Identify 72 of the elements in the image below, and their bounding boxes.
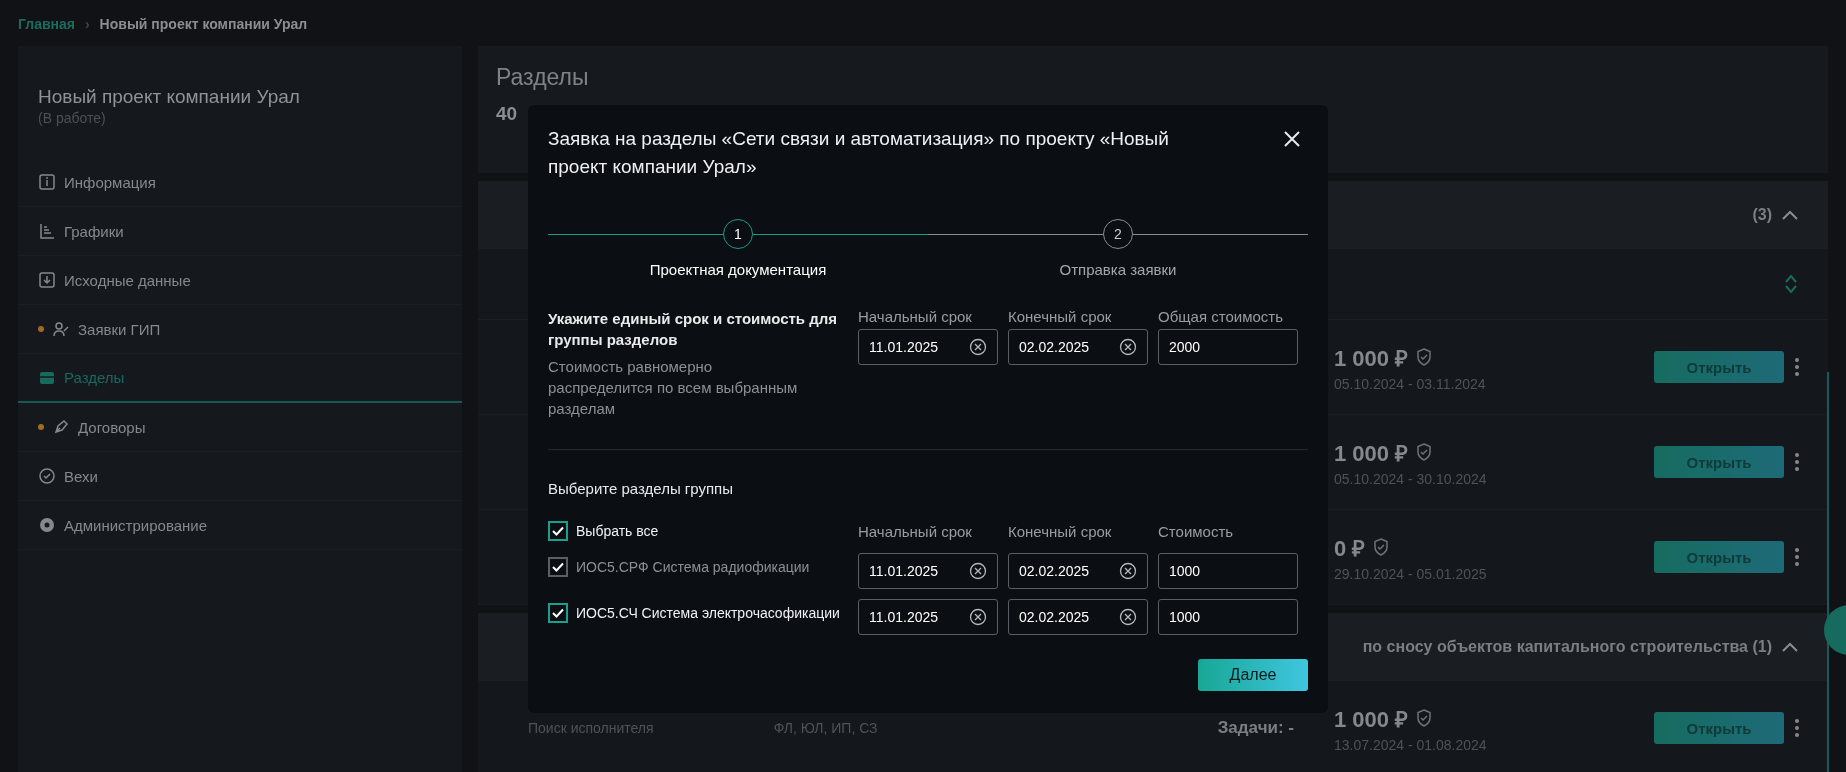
shield-icon <box>1416 443 1433 461</box>
shield-icon <box>1416 348 1433 366</box>
close-button[interactable] <box>1282 129 1302 149</box>
date-field[interactable]: 02.02.2025 <box>1008 599 1148 635</box>
shield-icon <box>1416 709 1433 727</box>
breadcrumb-link[interactable]: Главная <box>18 16 75 32</box>
hint-text: Стоимость равномерно распределится по всем выбранным разделам <box>548 357 798 419</box>
breadcrumb-separator: › <box>84 16 90 32</box>
sidebar-item[interactable]: Вехи <box>18 452 462 501</box>
chevron-up-icon[interactable] <box>1782 642 1798 652</box>
sort-icon[interactable] <box>1784 274 1798 294</box>
price: 0 ₽ <box>1334 535 1366 562</box>
project-status: (В работе) <box>37 109 107 128</box>
clear-icon[interactable] <box>1119 562 1137 580</box>
ownership-forms: ФЛ, ЮЛ, ИП, СЗ <box>773 720 878 736</box>
sections-count: 40 <box>496 103 519 125</box>
date-range: 05.10.2024 - 30.10.2024 <box>1334 471 1488 487</box>
checkbox[interactable] <box>548 603 568 623</box>
checkbox[interactable] <box>548 521 568 541</box>
field-label: Конечный срок <box>1008 308 1113 325</box>
field-label: Общая стоимость <box>1158 308 1284 325</box>
checkmark-icon <box>551 560 565 574</box>
date-field[interactable]: 11.01.2025 <box>858 329 998 365</box>
checkbox-label: ИОС5.СЧ Система электрочасофикации <box>576 605 840 621</box>
date-field[interactable]: 02.02.2025 <box>1008 329 1148 365</box>
date-range: 13.07.2024 - 01.08.2024 <box>1334 737 1488 753</box>
chevron-up-icon[interactable] <box>1782 210 1798 220</box>
checkbox-label: ИОС5.СРФ Система радиофикации <box>576 559 810 575</box>
sidebar-item[interactable]: Договоры <box>18 403 462 452</box>
section-heading: Выберите разделы группы <box>548 480 735 497</box>
column-header: Конечный срок <box>1008 522 1113 540</box>
date-field[interactable]: 11.01.2025 <box>858 599 998 635</box>
clear-icon[interactable] <box>969 562 987 580</box>
price: 1 000 ₽ <box>1334 345 1409 372</box>
date-range: 05.10.2024 - 03.11.2024 <box>1334 376 1487 392</box>
clear-icon[interactable] <box>969 338 987 356</box>
column-header: Стоимость <box>1158 522 1235 540</box>
more-icon[interactable] <box>1794 452 1800 472</box>
clear-icon[interactable] <box>969 608 987 626</box>
page-heading: Разделы <box>496 64 590 91</box>
breadcrumb-current: Новый проект компании Урал <box>99 16 308 32</box>
tasks-count: Задачи: - <box>1217 718 1294 738</box>
column-header: Начальный срок <box>858 522 973 540</box>
shield-icon <box>1373 538 1390 556</box>
sidebar-item[interactable]: Администрирование <box>18 501 462 550</box>
sidebar-item[interactable]: Графики <box>18 207 462 256</box>
project-title: Новый проект компании Урал <box>37 86 301 108</box>
sidebar-item[interactable]: Разделы <box>18 354 462 403</box>
clear-icon[interactable] <box>1119 608 1137 626</box>
sidebar-item[interactable]: Заявки ГИП <box>18 305 462 354</box>
step-label: Отправка заявки <box>1059 261 1177 278</box>
cost-field[interactable]: 2000 <box>1158 329 1298 365</box>
next-button[interactable]: Далее <box>1198 659 1308 691</box>
more-icon[interactable] <box>1794 547 1800 567</box>
group-heading: Укажите единый срок и стоимость для группы разделов <box>548 309 838 350</box>
checkbox-label: Выбрать все <box>576 523 659 539</box>
scrollbar[interactable] <box>1827 372 1829 772</box>
row-status: Поиск исполнителя <box>528 720 654 736</box>
cost-field[interactable]: 1000 <box>1158 599 1298 635</box>
dialog-title: Заявка на разделы «Сети связи и автоматизация» по проекту «Новый проект компании Урал» <box>548 127 1170 179</box>
price: 1 000 ₽ <box>1334 706 1409 733</box>
checkmark-icon <box>551 606 565 620</box>
more-icon[interactable] <box>1794 718 1800 738</box>
more-icon[interactable] <box>1794 357 1800 377</box>
sidebar-item[interactable]: Информация <box>18 158 462 207</box>
checkmark-icon <box>551 524 565 538</box>
price: 1 000 ₽ <box>1334 440 1409 467</box>
date-range: 29.10.2024 - 05.01.2025 <box>1334 566 1488 582</box>
step-label: Проектная документация <box>649 261 827 278</box>
sidebar-item[interactable]: Исходные данные <box>18 256 462 305</box>
field-label: Начальный срок <box>858 308 973 325</box>
clear-icon[interactable] <box>1119 338 1137 356</box>
